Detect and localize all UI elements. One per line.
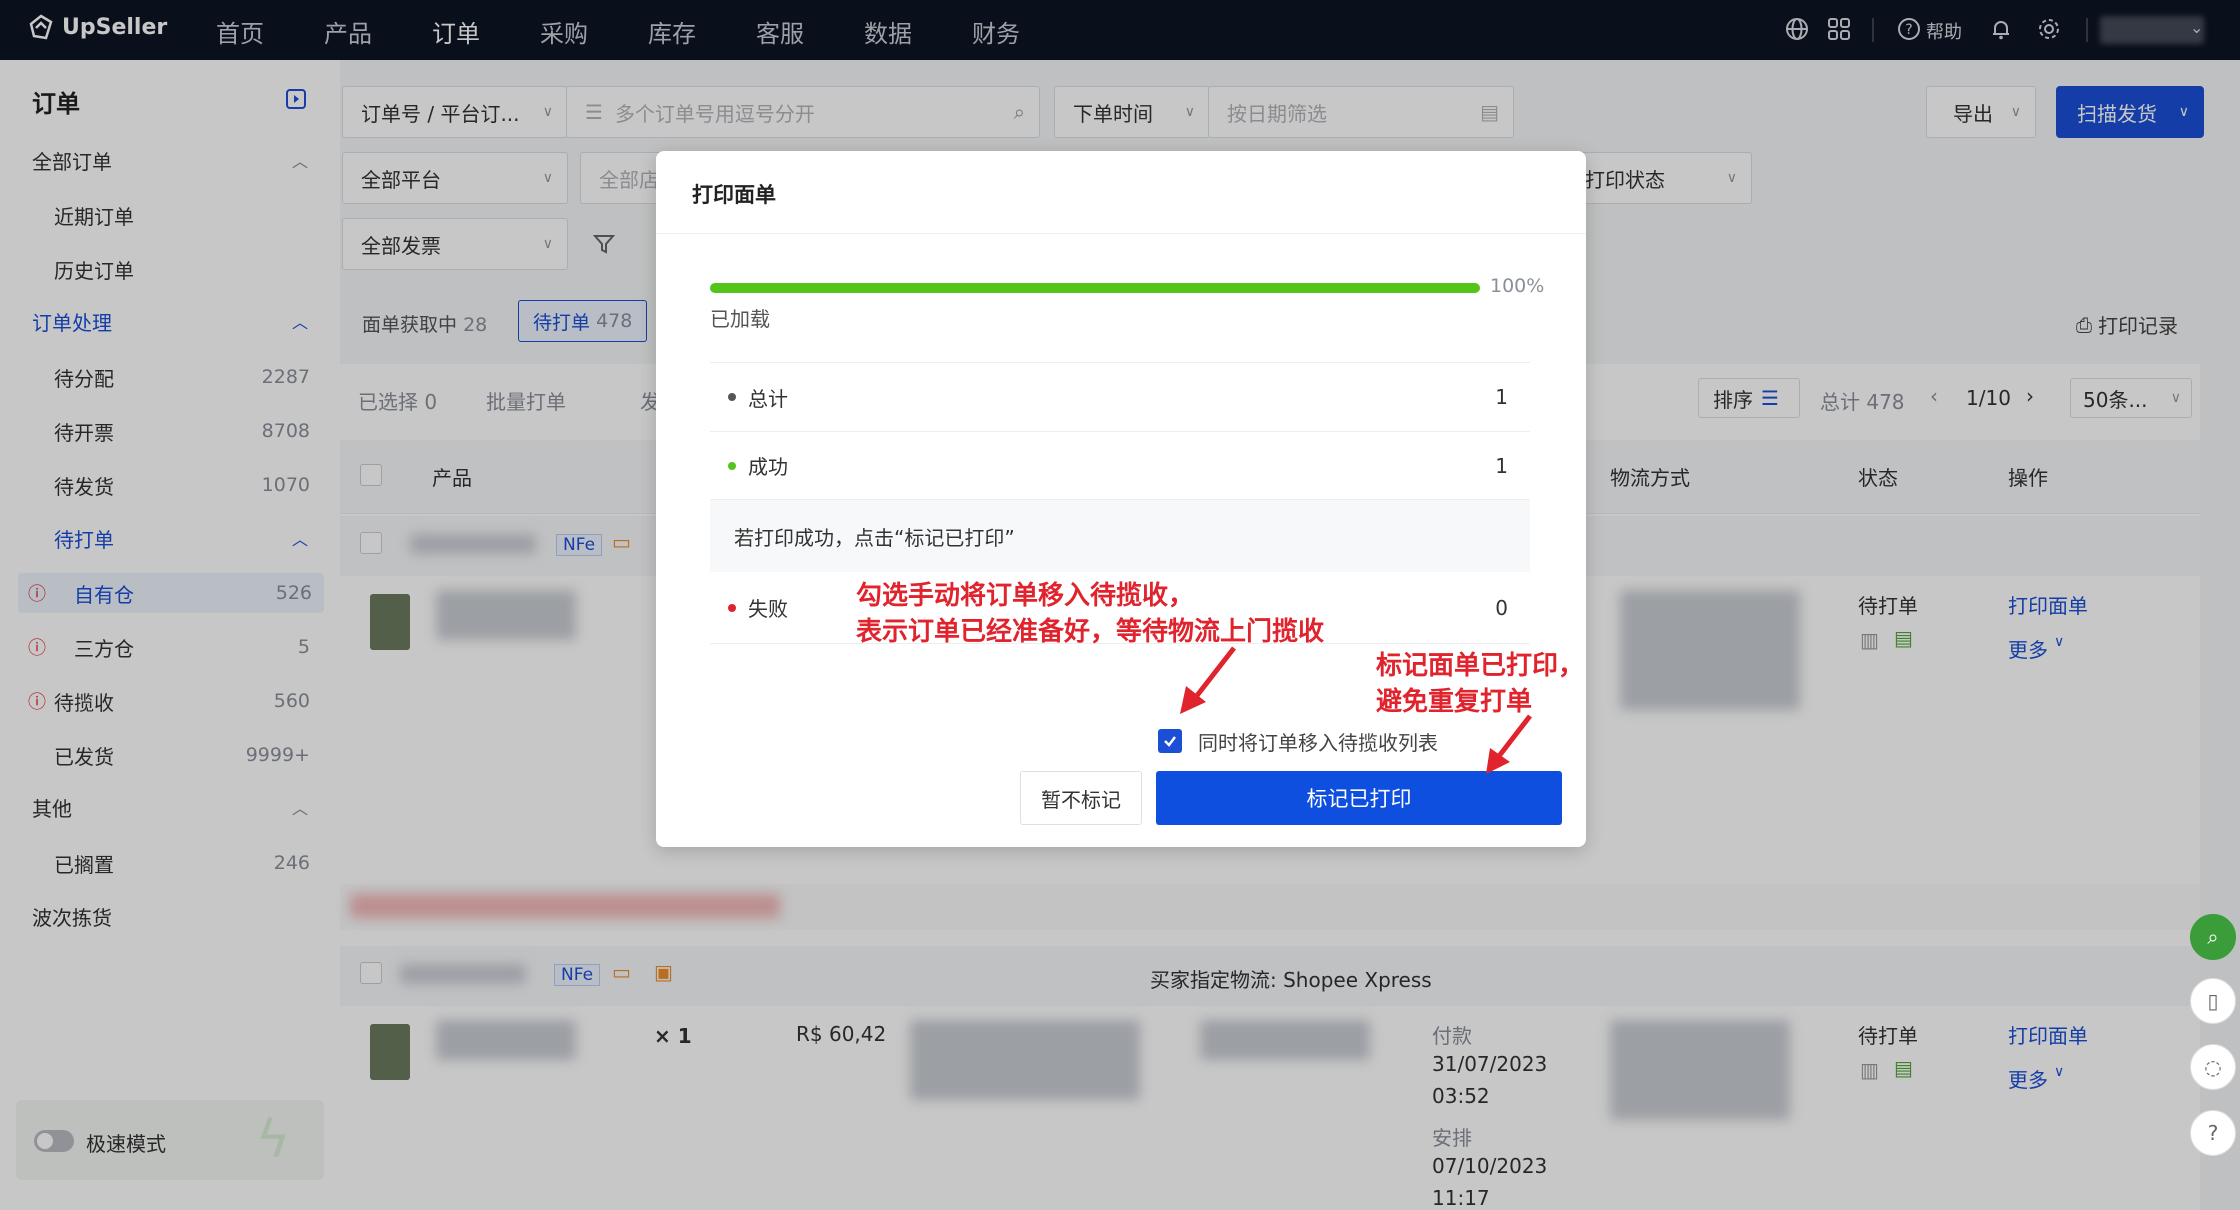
annotation-left-line1: 勾选手动将订单移入待揽收，: [856, 581, 1195, 611]
print-hint: 若打印成功，点击“标记已打印”: [734, 525, 1015, 550]
progress-percent: 100%: [1490, 275, 1545, 297]
floating-help-icon[interactable]: ?: [2190, 1110, 2236, 1156]
annotation-left: 勾选手动将订单移入待揽收， 表示订单已经准备好，等待物流上门揽收: [856, 578, 1324, 650]
annotation-arrow-left-icon: [1180, 646, 1236, 714]
print-label-modal: 打印面单 100% 已加载 总计 1 成功 1 若打印成功，点击“标记已打印” 失败…: [656, 151, 1586, 847]
fail-value: 0: [1495, 595, 1508, 620]
hint-row: 若打印成功，点击“标记已打印”: [710, 500, 1530, 572]
annotation-right-line1: 标记面单已打印，: [1376, 651, 1585, 681]
floating-mobile-icon[interactable]: ▯: [2190, 978, 2236, 1024]
floating-chat-icon[interactable]: ◌: [2190, 1044, 2236, 1090]
fail-label: 失败: [748, 597, 788, 621]
annotation-left-line2: 表示订单已经准备好，等待物流上门揽收: [856, 617, 1325, 647]
annotation-arrow-right-icon: [1486, 714, 1532, 774]
move-to-collect-checkbox[interactable]: [1158, 729, 1182, 753]
loaded-label: 已加载: [710, 307, 770, 331]
total-label: 总计: [748, 386, 788, 411]
skip-mark-button[interactable]: 暂不标记: [1020, 771, 1142, 825]
floating-search-icon[interactable]: ⌕: [2190, 914, 2236, 960]
modal-title: 打印面单: [692, 183, 776, 207]
checkmark-icon: [1164, 736, 1176, 747]
progress-track: [710, 283, 1480, 293]
success-value: 1: [1495, 453, 1508, 478]
total-value: 1: [1495, 385, 1508, 409]
total-row: 总计 1: [710, 362, 1530, 432]
modal-divider: [656, 233, 1586, 234]
success-label: 成功: [748, 455, 788, 479]
move-to-collect-label[interactable]: 同时将订单移入待揽收列表: [1198, 727, 1438, 756]
success-row: 成功 1: [710, 432, 1530, 500]
progress-fill: [710, 283, 1480, 293]
